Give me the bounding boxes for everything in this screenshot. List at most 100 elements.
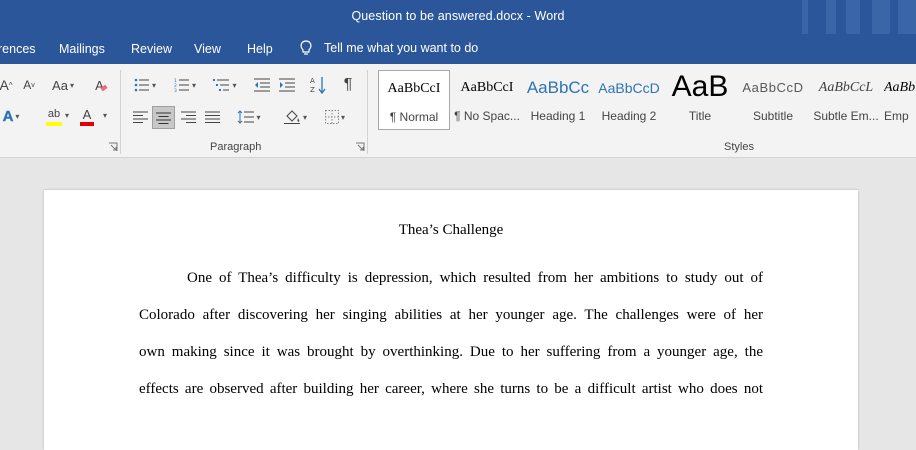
numbered-list-icon: 1 2 3 — [174, 78, 189, 92]
sort-button[interactable]: A Z — [308, 75, 328, 95]
document-name: Question to be answered.docx — [351, 9, 524, 23]
style-preview: AaBbCcI — [387, 81, 441, 96]
style-title[interactable]: AaB Title — [665, 70, 735, 130]
style-preview: AaBbCcD — [742, 80, 804, 95]
multilevel-list-icon — [213, 79, 230, 91]
style-preview: AaB — [671, 70, 729, 103]
text-effects-glyph: A — [2, 107, 14, 125]
highlight-color-swatch — [46, 121, 62, 126]
tell-me-box[interactable]: Tell me what you want to do — [300, 40, 478, 56]
paragraph-line: One of Thea’s difficulty is depression, … — [187, 270, 763, 286]
style-subtle-emphasis[interactable]: AaBbCcL Subtle Em... — [810, 70, 882, 130]
tab-references[interactable]: rences — [0, 42, 36, 56]
shrink-font-button[interactable]: Av — [20, 76, 38, 94]
style-subtitle[interactable]: AaBbCcD Subtitle — [738, 70, 808, 130]
style-name: Heading 1 — [530, 109, 586, 123]
decrease-indent-icon — [254, 78, 270, 92]
borders-icon — [324, 110, 339, 124]
pilcrow-icon: ¶ — [343, 76, 353, 93]
window-title: Question to be answered.docx - Word — [0, 9, 916, 23]
style-name: Heading 2 — [601, 109, 657, 123]
eraser-icon — [100, 84, 108, 91]
paragraph-group-label: Paragraph — [210, 141, 262, 153]
document-page[interactable]: Thea’s Challenge One of Thea’s difficult… — [44, 190, 858, 450]
styles-gallery: AaBbCcI ¶ Normal AaBbCcI ¶ No Spac... Aa… — [372, 70, 916, 134]
numbering-button[interactable]: 1 2 3 ▾ — [170, 76, 200, 94]
align-center-icon — [156, 112, 171, 124]
line-spacing-icon — [238, 110, 255, 124]
line-spacing-button[interactable]: ▾ — [233, 107, 265, 127]
grow-font-glyph: A — [0, 77, 9, 93]
font-color-swatch — [80, 122, 94, 126]
style-name: ¶ No Spac... — [454, 109, 520, 123]
tab-help[interactable]: Help — [247, 42, 273, 56]
align-right-icon — [180, 111, 196, 123]
group-separator — [367, 70, 368, 154]
highlight-caret-icon[interactable]: ▾ — [65, 111, 69, 120]
shrink-font-glyph: A — [23, 78, 32, 92]
title-bar: Question to be answered.docx - Word — [0, 0, 916, 34]
style-heading-2[interactable]: AaBbCcD Heading 2 — [594, 70, 664, 130]
group-separator — [120, 70, 121, 154]
style-normal[interactable]: AaBbCcI ¶ Normal — [378, 70, 450, 130]
font-color-caret-icon[interactable]: ▾ — [103, 111, 107, 120]
body-paragraph[interactable]: One of Thea’s difficulty is depression, … — [139, 265, 763, 413]
lightbulb-icon — [300, 40, 312, 55]
style-preview: AaBbCcD — [598, 80, 660, 96]
style-preview: AaBb — [884, 80, 916, 95]
document-title: Thea’s Challenge — [398, 222, 504, 238]
font-color-glyph: A — [82, 107, 92, 122]
tab-view[interactable]: View — [194, 42, 221, 56]
tab-mailings[interactable]: Mailings — [59, 42, 105, 56]
paint-bucket-icon — [283, 110, 300, 124]
justify-icon — [204, 111, 220, 123]
style-name: ¶ Normal — [389, 110, 439, 124]
paragraph-line: own making since it was brought by overt… — [139, 344, 763, 360]
sort-icon: A Z — [310, 77, 326, 94]
style-name: Emp — [884, 109, 909, 123]
highlight-glyph: ab — [47, 107, 61, 120]
styles-group-label: Styles — [724, 141, 754, 153]
paragraph-dialog-launcher-icon[interactable] — [355, 142, 365, 152]
style-name: Subtitle — [752, 109, 794, 123]
style-heading-1[interactable]: AaBbCc Heading 1 — [523, 70, 593, 130]
grow-font-button[interactable]: A ^ — [0, 76, 15, 94]
increase-indent-button[interactable] — [277, 76, 297, 94]
justify-button[interactable] — [202, 107, 222, 127]
font-color-button[interactable]: A — [76, 106, 98, 128]
style-preview: AaBbCcI — [460, 80, 514, 95]
document-canvas[interactable]: Thea’s Challenge One of Thea’s difficult… — [0, 158, 916, 450]
center-align-button[interactable] — [152, 106, 175, 129]
style-name: Subtle Em... — [813, 109, 879, 123]
style-emphasis[interactable]: AaBb Emp — [884, 70, 916, 130]
style-preview: AaBbCc — [526, 78, 590, 97]
align-left-button[interactable] — [130, 107, 150, 127]
paragraph-line: effects are observed after building her … — [139, 381, 763, 397]
change-case-button[interactable]: Aa ▾ — [46, 76, 80, 94]
increase-indent-icon — [279, 78, 295, 92]
tab-review[interactable]: Review — [131, 42, 172, 56]
tell-me-label: Tell me what you want to do — [324, 41, 479, 55]
clear-formatting-button[interactable]: A — [92, 76, 112, 94]
change-case-label: Aa — [52, 77, 68, 93]
svg-text:3: 3 — [174, 88, 177, 92]
style-name: Title — [688, 109, 712, 123]
multilevel-list-button[interactable]: ▾ — [209, 76, 241, 94]
text-effects-button[interactable]: A ▾ — [0, 107, 25, 125]
bullets-button[interactable]: ▾ — [130, 76, 160, 94]
show-formatting-marks-button[interactable]: ¶ — [338, 75, 358, 95]
ribbon-tabs: rences Mailings Review View Help Tell me… — [0, 34, 916, 64]
decrease-indent-button[interactable] — [252, 76, 272, 94]
style-preview: AaBbCcL — [818, 80, 874, 95]
borders-button[interactable]: ▾ — [318, 107, 352, 127]
style-no-spacing[interactable]: AaBbCcI ¶ No Spac... — [452, 70, 522, 130]
title-separator: - — [523, 9, 535, 23]
shading-button[interactable]: ▾ — [278, 107, 312, 127]
app-name: Word — [534, 9, 565, 23]
align-right-button[interactable] — [178, 107, 198, 127]
svg-text:A: A — [310, 77, 315, 85]
ribbon: A ^ Av Aa ▾ A A ▾ ab ▾ A ▾ ▾ 1 2 3 ▾ ▾ A… — [0, 64, 916, 158]
paragraph-line: Colorado after discovering her singing a… — [139, 307, 763, 323]
align-left-icon — [132, 111, 148, 123]
font-dialog-launcher-icon[interactable] — [108, 142, 118, 152]
